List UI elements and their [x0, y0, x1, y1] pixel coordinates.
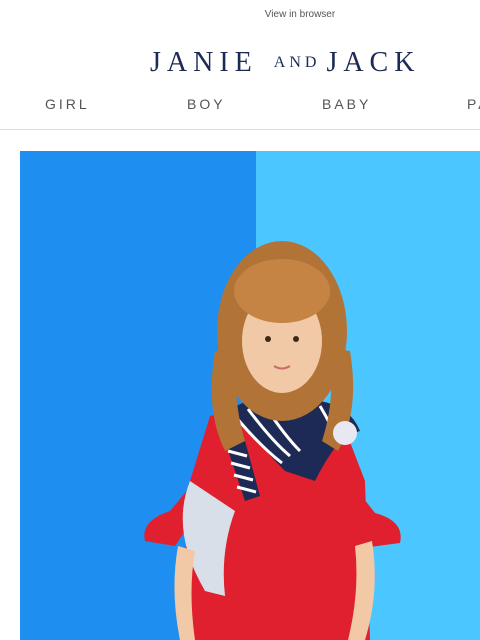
nav-item-party[interactable]: PA: [467, 96, 480, 112]
nav-item-girl[interactable]: GIRL: [45, 96, 90, 112]
header-divider: [0, 129, 480, 130]
brand-logo[interactable]: JANIE AND JACK: [150, 46, 450, 80]
logo-word-janie: JANIE: [150, 47, 258, 78]
nav-item-baby[interactable]: BABY: [322, 96, 371, 112]
logo-word-and: AND: [273, 54, 321, 71]
hero-image[interactable]: [20, 151, 480, 640]
hero-photo: [20, 151, 480, 640]
category-nav: GIRL BOY BABY PA: [0, 92, 480, 130]
view-in-browser-link[interactable]: View in browser: [0, 9, 480, 20]
hero-pin-detail: [333, 421, 357, 445]
logo-word-jack: JACK: [326, 47, 421, 78]
nav-item-boy[interactable]: BOY: [187, 96, 226, 112]
